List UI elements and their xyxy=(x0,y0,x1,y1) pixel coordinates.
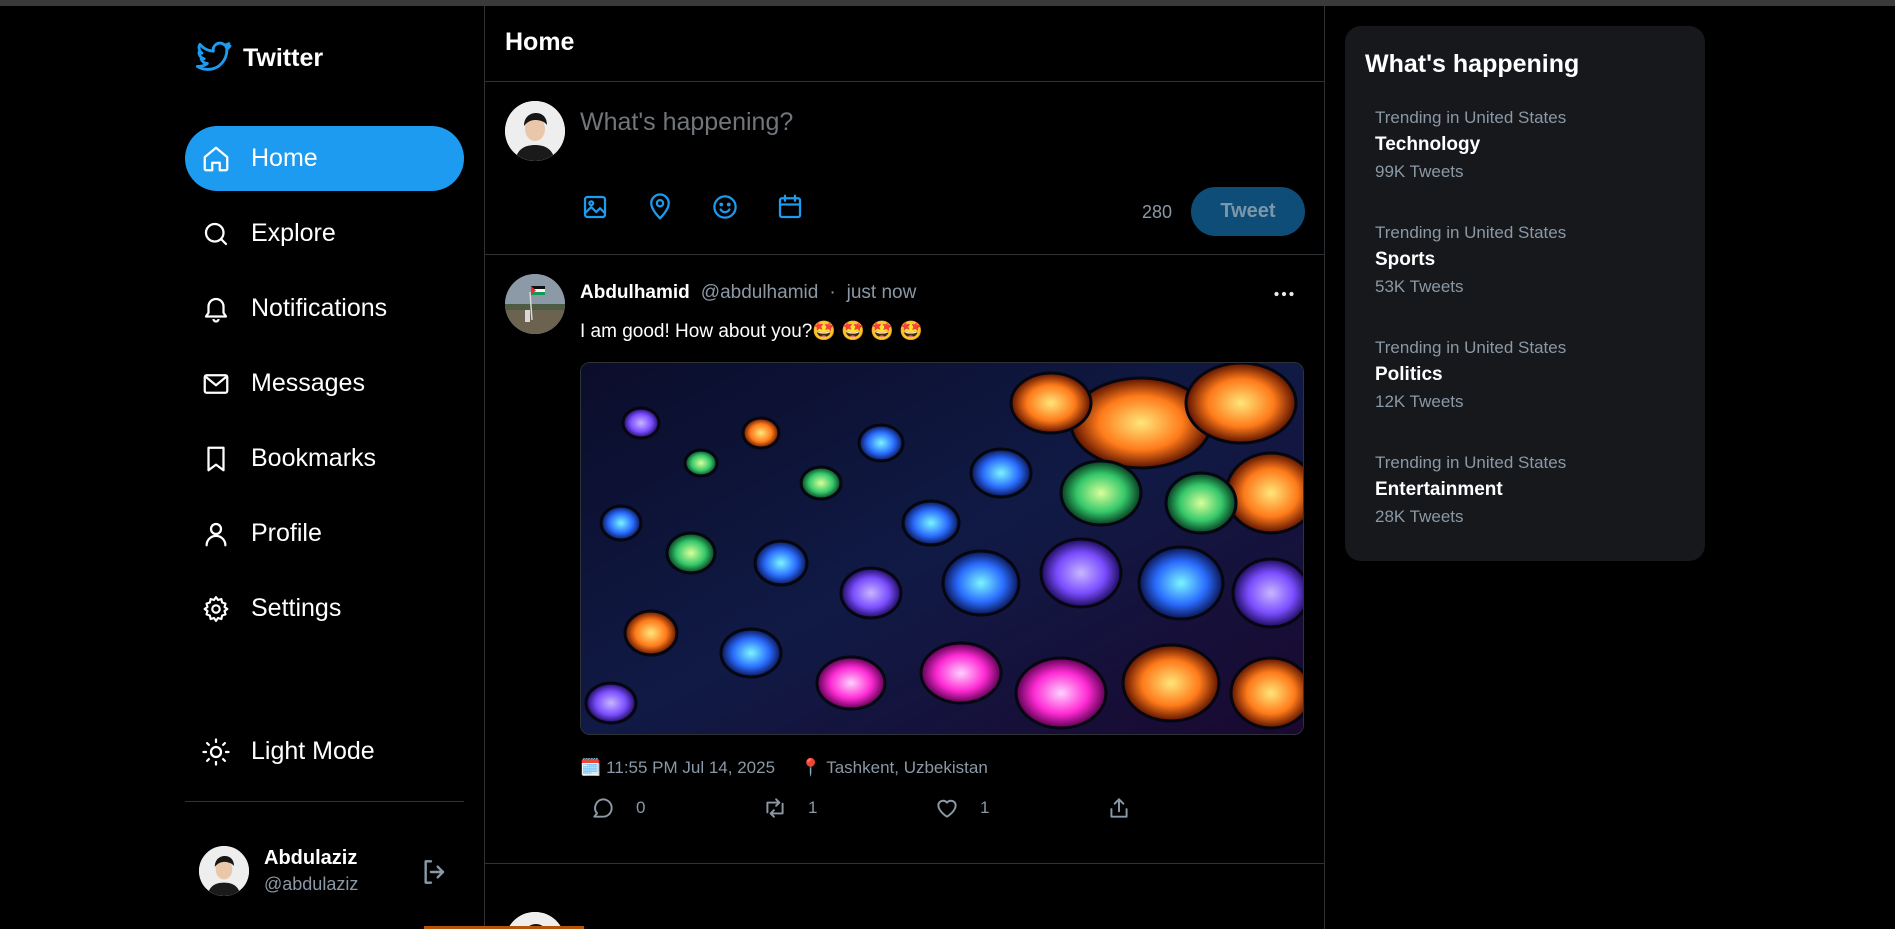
logout-icon[interactable] xyxy=(419,856,451,888)
tweet-author-name[interactable]: Abdulhamid xyxy=(580,282,690,304)
sidebar-item-explore[interactable]: Explore xyxy=(185,201,464,266)
sidebar: Twitter Home Explore Notifications Messa… xyxy=(185,6,464,929)
gear-icon xyxy=(203,595,229,622)
trend-count: 28K Tweets xyxy=(1375,507,1464,526)
location-pin-icon[interactable] xyxy=(645,192,675,222)
user-icon xyxy=(205,522,227,546)
separator-dot: · xyxy=(829,282,836,303)
retweet-icon xyxy=(766,798,784,818)
trend-item[interactable]: Trending in United States Technology 99K… xyxy=(1375,108,1675,182)
timeline-header: Home xyxy=(485,6,1324,82)
sidebar-item-bookmarks[interactable]: Bookmarks xyxy=(185,426,464,491)
more-options-icon[interactable] xyxy=(1269,279,1299,309)
reply-button[interactable]: 0 xyxy=(590,795,762,821)
trends-panel: What's happening Trending in United Stat… xyxy=(1345,26,1705,561)
sidebar-item-notifications[interactable]: Notifications xyxy=(185,276,464,341)
tweet-image[interactable] xyxy=(580,362,1304,735)
reply-count: 0 xyxy=(636,798,646,817)
main-nav: Home Explore Notifications Messages Book… xyxy=(185,126,464,651)
twitter-bird-icon xyxy=(195,41,232,71)
tweet-location: 📍 Tashkent, Uzbekistan xyxy=(800,758,988,777)
page-title: Home xyxy=(505,28,575,56)
timeline: Home 280 Tweet Abdulhamid @abdulhamid · … xyxy=(484,6,1325,929)
image-icon[interactable] xyxy=(580,192,610,222)
avatar xyxy=(199,846,249,896)
light-mode-toggle[interactable]: Light Mode xyxy=(185,719,464,784)
current-user-name: Abdulaziz xyxy=(264,847,358,869)
trend-context: Trending in United States xyxy=(1375,338,1567,357)
retweet-button[interactable]: 1 xyxy=(762,795,934,821)
tweet-timestamp: just now xyxy=(846,282,917,303)
trend-topic: Politics xyxy=(1375,364,1443,385)
pin-emoji-icon: 📍 xyxy=(800,758,822,777)
search-icon xyxy=(204,222,228,245)
trend-item[interactable]: Trending in United States Entertainment … xyxy=(1375,453,1675,527)
sidebar-item-label: Profile xyxy=(251,519,322,547)
heart-icon xyxy=(937,799,957,818)
trend-count: 53K Tweets xyxy=(1375,277,1464,296)
sidebar-item-label: Bookmarks xyxy=(251,444,377,472)
sidebar-item-label: Settings xyxy=(251,594,342,622)
sidebar-divider xyxy=(185,801,464,802)
tweet-text: I am good! How about you?🤩 🤩 🤩 🤩 xyxy=(580,321,923,342)
share-button[interactable] xyxy=(1106,795,1278,821)
tweet-composer: 280 Tweet xyxy=(485,82,1324,255)
tweet-header: Abdulhamid @abdulhamid · just now xyxy=(580,282,916,304)
tweet-button[interactable]: Tweet xyxy=(1191,187,1305,236)
compose-input[interactable] xyxy=(580,102,1280,142)
trend-context: Trending in United States xyxy=(1375,223,1567,242)
sidebar-item-label: Home xyxy=(251,144,318,172)
trend-context: Trending in United States xyxy=(1375,108,1567,127)
sidebar-item-messages[interactable]: Messages xyxy=(185,351,464,416)
trend-context: Trending in United States xyxy=(1375,453,1567,472)
trend-topic: Entertainment xyxy=(1375,479,1503,500)
share-icon xyxy=(1110,798,1128,818)
trend-count: 99K Tweets xyxy=(1375,162,1464,181)
brand[interactable]: Twitter xyxy=(195,39,323,77)
like-button[interactable]: 1 xyxy=(934,795,1106,821)
sidebar-item-label: Explore xyxy=(251,219,336,247)
brand-name: Twitter xyxy=(243,43,324,72)
mail-icon xyxy=(203,373,229,394)
next-tweet-partial[interactable] xyxy=(505,912,1285,929)
character-counter: 280 xyxy=(1142,202,1173,222)
calendar-emoji-icon: 🗓️ xyxy=(580,758,602,777)
like-count: 1 xyxy=(980,798,990,817)
reply-icon xyxy=(593,798,613,818)
avatar[interactable] xyxy=(505,274,565,334)
sidebar-item-label: Notifications xyxy=(251,294,388,322)
calendar-icon[interactable] xyxy=(775,192,805,222)
sidebar-item-profile[interactable]: Profile xyxy=(185,501,464,566)
current-user-card[interactable]: Abdulaziz @abdulaziz xyxy=(199,841,451,901)
tweet-meta: 🗓️ 11:55 PM Jul 14, 2025 📍 Tashkent, Uzbek… xyxy=(580,758,988,778)
trend-item[interactable]: Trending in United States Politics 12K T… xyxy=(1375,338,1675,412)
sidebar-item-settings[interactable]: Settings xyxy=(185,576,464,641)
trend-topic: Technology xyxy=(1375,134,1481,155)
current-user-handle: @abdulaziz xyxy=(264,874,359,894)
emoji-icon[interactable] xyxy=(710,192,740,222)
light-mode-label: Light Mode xyxy=(251,737,375,765)
sun-icon xyxy=(202,737,230,766)
trend-count: 12K Tweets xyxy=(1375,392,1464,411)
sidebar-item-home[interactable]: Home xyxy=(185,126,464,191)
tweet-posted-at: 🗓️ 11:55 PM Jul 14, 2025 xyxy=(580,758,776,777)
tweet-author-handle[interactable]: @abdulhamid xyxy=(701,282,819,304)
avatar xyxy=(505,101,565,161)
tweet-actions: 0 1 1 xyxy=(590,795,1278,821)
retweet-count: 1 xyxy=(808,798,818,817)
bookmark-icon xyxy=(207,446,225,471)
sidebar-item-label: Messages xyxy=(251,369,365,397)
composer-toolbar xyxy=(580,192,805,222)
tweet[interactable]: Abdulhamid @abdulhamid · just now I am g… xyxy=(485,255,1324,864)
trend-topic: Sports xyxy=(1375,249,1436,270)
home-icon xyxy=(203,146,229,171)
bell-icon xyxy=(204,297,228,323)
trend-item[interactable]: Trending in United States Sports 53K Twe… xyxy=(1375,223,1675,297)
trends-title: What's happening xyxy=(1365,50,1580,78)
